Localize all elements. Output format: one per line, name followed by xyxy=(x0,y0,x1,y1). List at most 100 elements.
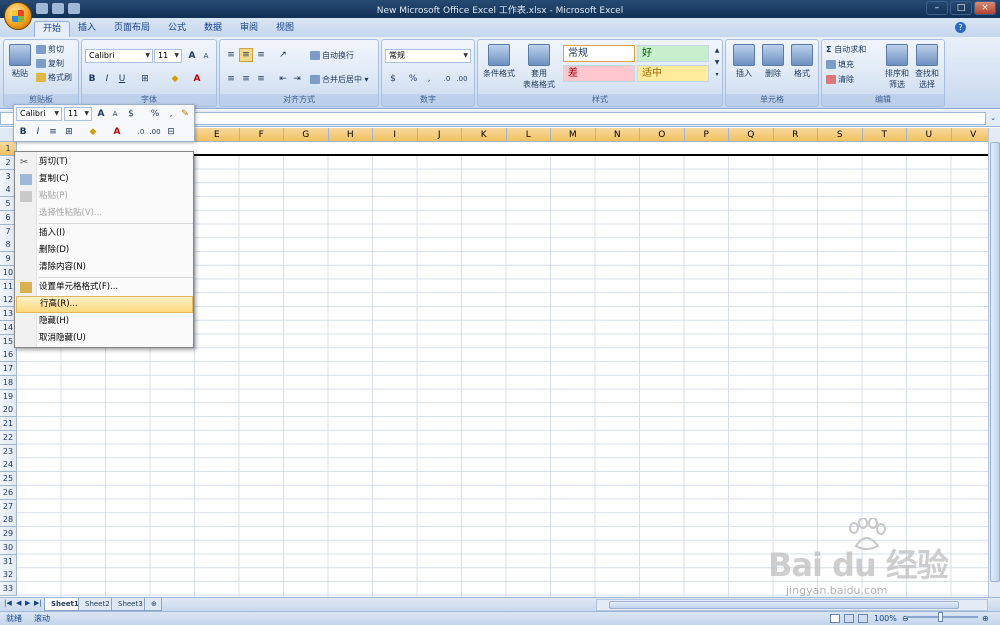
tab-review[interactable]: 审阅 xyxy=(232,21,266,37)
office-button[interactable] xyxy=(4,2,32,30)
first-sheet-icon[interactable]: |◀ xyxy=(4,599,12,607)
percent-button[interactable]: % xyxy=(406,72,420,86)
format-as-table-button[interactable]: 套用 表格格式 xyxy=(518,44,560,90)
horizontal-scroll-thumb[interactable] xyxy=(609,601,959,609)
font-name-combo[interactable]: Calibri ▼ xyxy=(85,49,153,63)
row-header-24[interactable]: 24 xyxy=(0,458,17,473)
mini-increase-decimal-button[interactable]: .0 xyxy=(134,125,148,139)
bold-button[interactable]: B xyxy=(85,72,99,86)
menu-item-hide[interactable]: 隐藏(H) xyxy=(16,313,193,330)
copy-button[interactable]: 复制 xyxy=(36,58,64,69)
minimize-button[interactable]: – xyxy=(926,1,948,15)
tab-formulas[interactable]: 公式 xyxy=(160,21,194,37)
row-header-17[interactable]: 17 xyxy=(0,362,17,376)
row-header-26[interactable]: 26 xyxy=(0,485,17,500)
column-header-n[interactable]: N xyxy=(595,128,640,142)
comma-button[interactable]: , xyxy=(422,72,436,86)
mini-italic-button[interactable]: I xyxy=(31,125,45,139)
align-right-button[interactable]: ≡ xyxy=(254,72,268,86)
vertical-scroll-thumb[interactable] xyxy=(990,142,1000,582)
row-header-22[interactable]: 22 xyxy=(0,430,17,445)
row-header-20[interactable]: 20 xyxy=(0,403,17,418)
row-header-32[interactable]: 32 xyxy=(0,568,17,583)
row-header-28[interactable]: 28 xyxy=(0,513,17,528)
sort-filter-button[interactable]: 排序和 筛选 xyxy=(882,44,912,90)
shrink-font-button[interactable]: A xyxy=(199,49,213,63)
expand-formula-bar-button[interactable]: ⌄ xyxy=(988,112,998,125)
zoom-slider-knob[interactable] xyxy=(938,612,943,622)
mini-comma-button[interactable]: , xyxy=(164,107,178,121)
page-layout-view-icon[interactable] xyxy=(844,614,854,623)
tab-data[interactable]: 数据 xyxy=(196,21,230,37)
merge-center-button[interactable]: 合并后居中 ▾ xyxy=(310,74,369,85)
decrease-indent-button[interactable]: ⇤ xyxy=(276,72,290,86)
mini-shrink-font-button[interactable]: A xyxy=(108,107,122,121)
menu-item-copy[interactable]: 复制(C) xyxy=(16,171,193,188)
vertical-scrollbar[interactable] xyxy=(988,128,1000,597)
style-neutral[interactable]: 适中 xyxy=(637,65,709,82)
menu-item-clear-contents[interactable]: 清除内容(N) xyxy=(16,259,193,276)
column-header-h[interactable]: H xyxy=(328,128,373,142)
mini-percent-button[interactable]: % xyxy=(148,107,162,121)
row-header-33[interactable]: 33 xyxy=(0,582,17,596)
mini-fill-color-button[interactable]: ◆ xyxy=(86,125,100,139)
underline-button[interactable]: U xyxy=(115,72,129,86)
zoom-in-icon[interactable]: ⊕ xyxy=(982,612,989,625)
page-break-view-icon[interactable] xyxy=(858,614,868,623)
row-header-21[interactable]: 21 xyxy=(0,417,17,431)
column-header-l[interactable]: L xyxy=(506,128,551,142)
tab-home[interactable]: 开始 xyxy=(34,21,71,37)
orientation-button[interactable]: ↗ xyxy=(276,48,290,62)
mini-merge-button[interactable]: ⊟ xyxy=(164,125,178,139)
column-header-g[interactable]: G xyxy=(284,128,329,142)
row-header-23[interactable]: 23 xyxy=(0,444,17,459)
currency-button[interactable]: $ xyxy=(386,72,400,86)
align-bottom-button[interactable]: ≡ xyxy=(254,48,268,62)
menu-item-unhide[interactable]: 取消隐藏(U) xyxy=(16,330,193,347)
format-painter-button[interactable]: 格式刷 xyxy=(36,72,72,83)
border-button[interactable]: ⊞ xyxy=(138,72,152,86)
mini-decrease-decimal-button[interactable]: .00 xyxy=(148,125,162,139)
menu-item-insert[interactable]: 插入(I) xyxy=(16,225,193,242)
tab-page-layout[interactable]: 页面布局 xyxy=(106,21,158,37)
tab-insert[interactable]: 插入 xyxy=(70,21,104,37)
mini-currency-button[interactable]: $ xyxy=(124,107,138,121)
row-header-25[interactable]: 25 xyxy=(0,472,17,486)
conditional-formatting-button[interactable]: 条件格式 xyxy=(480,44,518,79)
column-header-i[interactable]: I xyxy=(373,128,418,142)
save-icon[interactable] xyxy=(36,3,48,14)
fill-button[interactable]: 填充 xyxy=(826,59,854,70)
cut-button[interactable]: 剪切 xyxy=(36,44,64,55)
menu-item-delete[interactable]: 删除(D) xyxy=(16,242,193,259)
row-header-18[interactable]: 18 xyxy=(0,375,17,390)
fill-color-button[interactable]: ◆ xyxy=(168,72,182,86)
column-header-v[interactable]: V xyxy=(951,128,988,142)
align-left-button[interactable]: ≡ xyxy=(224,72,238,86)
increase-decimal-button[interactable]: .0 xyxy=(440,72,454,86)
row-header-30[interactable]: 30 xyxy=(0,540,17,555)
column-header-m[interactable]: M xyxy=(551,128,596,142)
find-select-button[interactable]: 查找和 选择 xyxy=(912,44,942,90)
number-format-combo[interactable]: 常规 ▼ xyxy=(385,49,471,63)
font-size-combo[interactable]: 11 ▼ xyxy=(154,49,182,63)
column-header-u[interactable]: U xyxy=(907,128,952,142)
redo-icon[interactable] xyxy=(68,3,80,14)
italic-button[interactable]: I xyxy=(100,72,114,86)
style-good[interactable]: 好 xyxy=(637,45,709,62)
row-header-27[interactable]: 27 xyxy=(0,499,17,514)
format-cells-button[interactable]: 格式 xyxy=(788,44,816,79)
menu-item-cut[interactable]: ✂ 剪切(T) xyxy=(16,154,193,171)
row-header-19[interactable]: 19 xyxy=(0,389,17,404)
align-top-button[interactable]: ≡ xyxy=(224,48,238,62)
undo-icon[interactable] xyxy=(52,3,64,14)
row-header-29[interactable]: 29 xyxy=(0,527,17,541)
column-header-p[interactable]: P xyxy=(684,128,729,142)
wrap-text-button[interactable]: 自动换行 xyxy=(310,50,354,61)
autosum-button[interactable]: Σ 自动求和 xyxy=(826,44,866,55)
mini-grow-font-button[interactable]: A xyxy=(94,107,108,121)
delete-cells-button[interactable]: 删除 xyxy=(759,44,787,79)
mini-size-combo[interactable]: 11 ▼ xyxy=(64,107,92,121)
menu-item-paste-special[interactable]: 选择性粘贴(V)... xyxy=(16,205,193,222)
insert-sheet-button[interactable]: ⊕ xyxy=(144,598,162,611)
row-header-16[interactable]: 16 xyxy=(0,348,17,363)
